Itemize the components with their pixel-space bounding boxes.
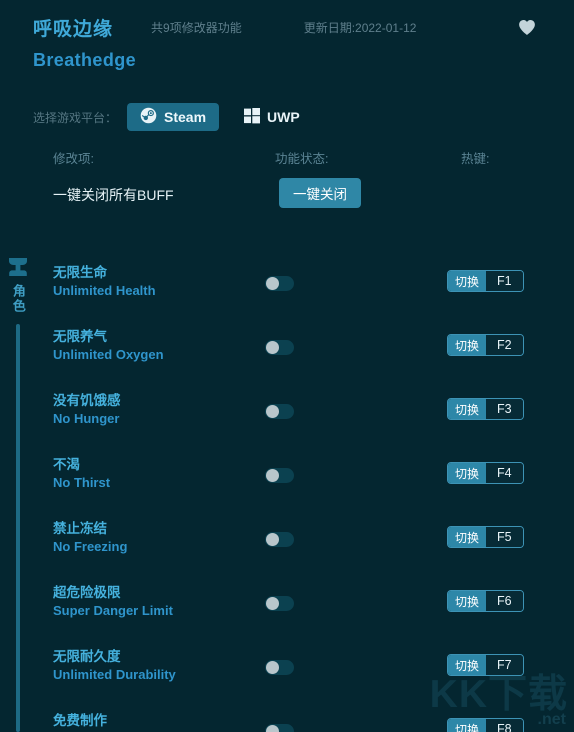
cheat-name-chinese: 超危险极限 [53,585,121,600]
platform-option-steam[interactable]: Steam [127,103,220,131]
cheat-name-chinese: 无限养气 [53,329,107,344]
hotkey-key-label: F7 [486,655,523,675]
hotkey-key-label: F6 [486,591,523,611]
cheat-row: 无限生命 Unlimited Health 切换 F1 [0,256,574,320]
column-header-hotkey: 热键: [461,152,490,166]
cheat-row: 免费制作Free Crafting 切换F8 [0,704,574,732]
cheat-labels: 禁止冻结 No Freezing [53,520,127,556]
cheat-labels: 超危险极限 Super Danger Limit [53,584,173,620]
hotkey-binding[interactable]: 切换 F8 [447,718,524,732]
header-top-row: 呼吸边缘 共9项修改器功能 更新日期:2022-01-12 [0,12,574,42]
cheat-row: 无限养气 Unlimited Oxygen 切换 F2 [0,320,574,384]
hotkey-action-label: 切换 [448,591,487,611]
game-title-chinese: 呼吸边缘 [33,18,114,40]
hotkey-action-label: 切换 [448,527,487,547]
cheat-name-chinese: 无限耐久度 [53,649,121,664]
cheat-labels: 免费制作Free Crafting [53,712,134,732]
platform-selector: 选择游戏平台： Steam UWP [0,100,574,134]
global-disable-row: 一键关闭所有BUFF 一键关闭 [0,174,574,230]
app-header: 呼吸边缘 共9项修改器功能 更新日期:2022-01-12 Breathedge [0,0,574,88]
toggle-knob [266,725,279,732]
hotkey-key-label: F4 [486,463,523,483]
cheat-labels: 无限耐久度 Unlimited Durability [53,648,176,684]
hotkey-binding[interactable]: 切换 F4 [447,462,524,484]
platform-option-steam-label: Steam [164,109,207,125]
cheat-name-english: No Hunger [53,411,120,427]
hotkey-action-label: 切换 [448,463,487,483]
heart-icon[interactable] [518,18,536,36]
cheat-row: 无限耐久度 Unlimited Durability 切换 F7 [0,640,574,704]
hotkey-key-label: F5 [486,527,523,547]
cheat-row: 超危险极限 Super Danger Limit 切换 F6 [0,576,574,640]
toggle-knob [266,405,279,418]
toggle-knob [266,469,279,482]
hotkey-binding[interactable]: 切换 F2 [447,334,524,356]
windows-icon [244,107,261,127]
cheat-toggle-switch[interactable] [265,532,294,547]
toggle-knob [266,533,279,546]
cheat-labels: 无限养气 Unlimited Oxygen [53,328,164,364]
cheat-row: 没有饥饿感 No Hunger 切换 F3 [0,384,574,448]
hotkey-action-label: 切换 [448,719,487,732]
cheat-name-chinese: 不渴 [53,457,80,472]
hotkey-action-label: 切换 [448,655,487,675]
cheat-toggle-switch[interactable] [265,596,294,611]
cheat-name-chinese: 没有饥饿感 [53,393,121,408]
hotkey-binding[interactable]: 切换 F3 [447,398,524,420]
toggle-knob [266,661,279,674]
cheat-toggle-switch[interactable] [265,276,294,291]
cheat-name-english: Unlimited Durability [53,667,176,683]
hotkey-binding[interactable]: 切换 F6 [447,590,524,612]
hotkey-binding[interactable]: 切换 F1 [447,270,524,292]
cheat-row: 禁止冻结 No Freezing 切换 F5 [0,512,574,576]
hotkey-key-label: F3 [486,399,523,419]
cheat-labels: 无限生命 Unlimited Health [53,264,156,300]
hotkey-key-label: F1 [486,271,523,291]
cheat-name-english: Unlimited Health [53,283,156,299]
hotkey-action-label: 切换 [448,335,487,355]
cheat-labels: 没有饥饿感 No Hunger [53,392,121,428]
cheat-list: 无限生命 Unlimited Health 切换 F1 无限养气 Unlimited Ox… [0,256,574,732]
hotkey-key-label: F2 [486,335,523,355]
cheat-name-english: No Thirst [53,475,111,491]
column-header-mod: 修改项: [53,152,94,166]
toggle-knob [266,341,279,354]
toggle-knob [266,277,279,290]
cheat-toggle-switch[interactable] [265,404,294,419]
feature-count-label: 共9项修改器功能 [151,20,242,35]
cheat-toggle-switch[interactable] [265,468,294,483]
cheat-toggle-switch[interactable] [265,724,294,732]
cheat-toggle-switch[interactable] [265,660,294,675]
platform-option-uwp-label: UWP [267,109,300,125]
global-disable-button[interactable]: 一键关闭 [279,178,361,208]
column-header-status: 功能状态: [275,152,329,166]
hotkey-key-label: F8 [486,719,523,732]
platform-selector-label: 选择游戏平台： [33,110,118,125]
platform-option-uwp[interactable]: UWP [231,103,313,131]
global-disable-label: 一键关闭所有BUFF [53,187,174,203]
cheat-name-english: Super Danger Limit [53,603,173,619]
cheat-name-english: No Freezing [53,539,128,555]
steam-icon [140,107,157,127]
cheat-row: 不渴 No Thirst 切换 F4 [0,448,574,512]
update-date-label: 更新日期:2022-01-12 [303,20,417,35]
cheat-toggle-switch[interactable] [265,340,294,355]
cheat-labels: 不渴 No Thirst [53,456,110,492]
hotkey-action-label: 切换 [448,271,487,291]
hotkey-action-label: 切换 [448,399,487,419]
cheat-name-chinese: 免费制作 [53,713,107,728]
cheat-name-chinese: 无限生命 [53,265,107,280]
hotkey-binding[interactable]: 切换 F7 [447,654,524,676]
cheat-name-english: Unlimited Oxygen [53,347,164,363]
cheat-name-chinese: 禁止冻结 [53,521,107,536]
hotkey-binding[interactable]: 切换 F5 [447,526,524,548]
game-title-english: Breathedge [33,50,137,70]
toggle-knob [266,597,279,610]
column-headers: 修改项: 功能状态: 热键: [0,148,574,174]
